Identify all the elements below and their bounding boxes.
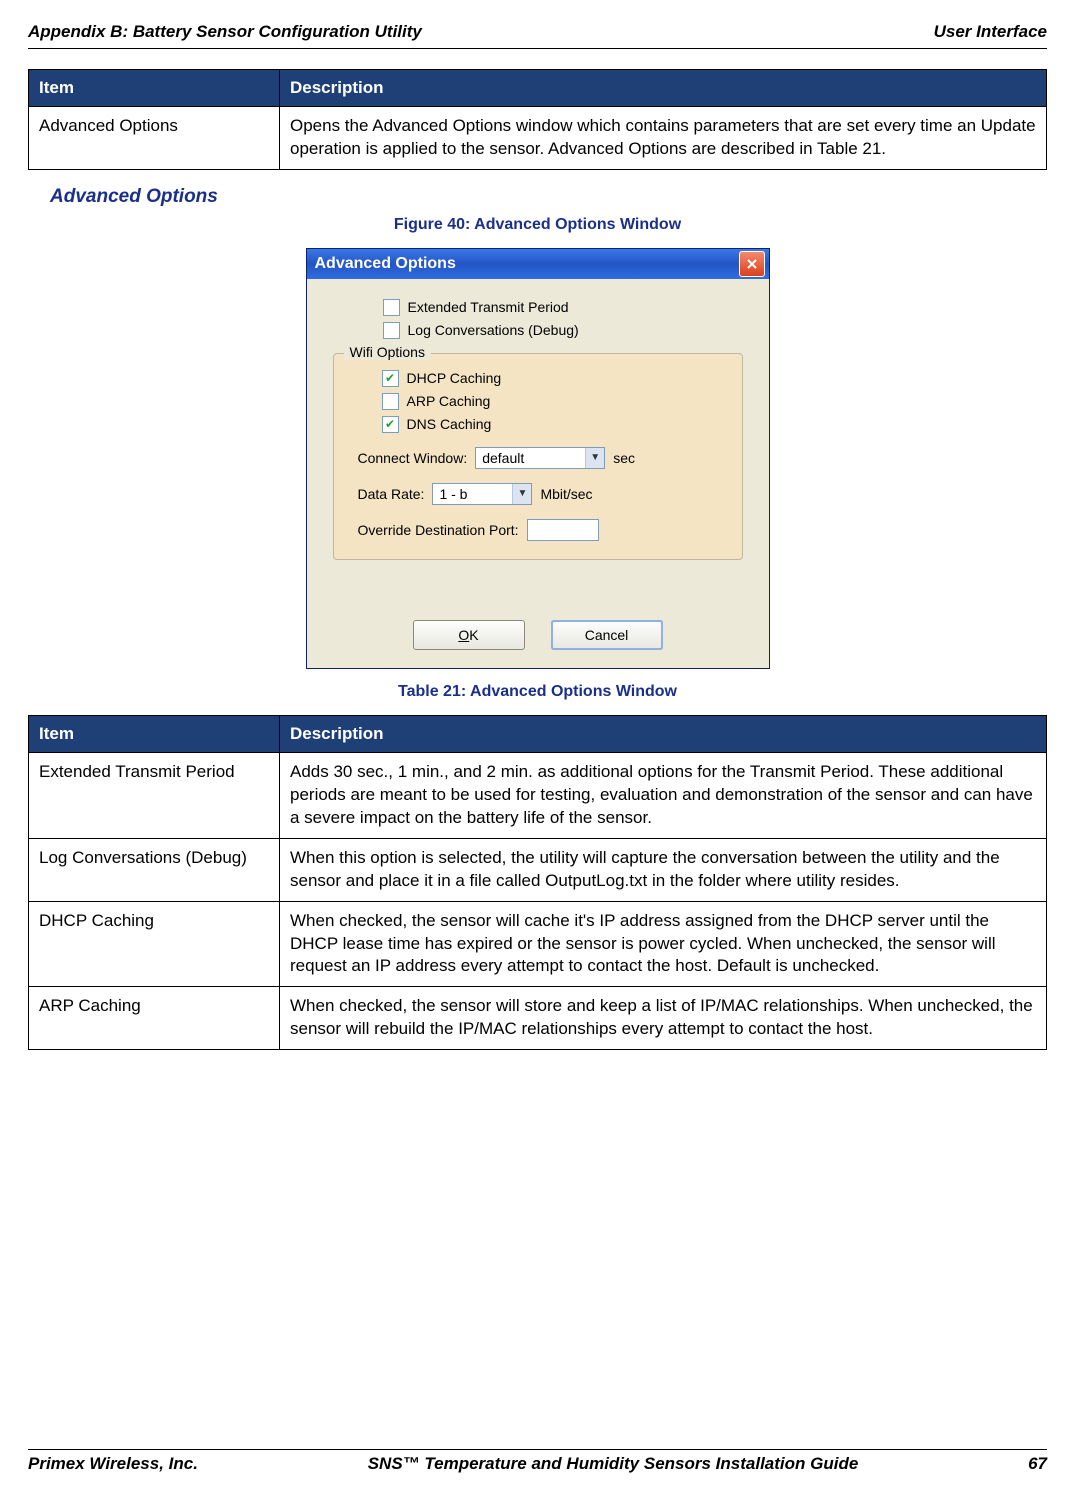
checkbox-label: Extended Transmit Period [408, 299, 569, 315]
cell-item: ARP Caching [29, 987, 280, 1050]
data-rate-row: Data Rate: 1 - b ▼ Mbit/sec [354, 483, 722, 505]
page-header: Appendix B: Battery Sensor Configuration… [28, 22, 1047, 42]
page: Appendix B: Battery Sensor Configuration… [0, 0, 1075, 1496]
data-rate-label: Data Rate: [358, 486, 425, 502]
checkbox-label: DHCP Caching [407, 370, 502, 386]
override-port-label: Override Destination Port: [358, 522, 519, 538]
table-row: DHCP Caching When checked, the sensor wi… [29, 901, 1047, 987]
checkbox-icon[interactable]: ✔ [382, 370, 399, 387]
cell-desc: Adds 30 sec., 1 min., and 2 min. as addi… [280, 752, 1047, 838]
connect-window-combo[interactable]: default ▼ [475, 447, 605, 469]
checkbox-icon[interactable] [382, 393, 399, 410]
footer-center: SNS™ Temperature and Humidity Sensors In… [368, 1454, 859, 1474]
checkbox-log-conversations[interactable]: Log Conversations (Debug) [333, 322, 743, 339]
header-left: Appendix B: Battery Sensor Configuration… [28, 22, 422, 42]
cell-item: DHCP Caching [29, 901, 280, 987]
header-right: User Interface [934, 22, 1047, 42]
checkbox-label: Log Conversations (Debug) [408, 322, 579, 338]
footer-right: 67 [1028, 1454, 1047, 1474]
table-row: Advanced Options Opens the Advanced Opti… [29, 107, 1047, 170]
connect-window-label: Connect Window: [358, 450, 468, 466]
cell-desc: When this option is selected, the utilit… [280, 838, 1047, 901]
checkbox-dhcp-caching[interactable]: ✔ DHCP Caching [354, 370, 722, 387]
group-legend: Wifi Options [344, 344, 431, 360]
checkbox-dns-caching[interactable]: ✔ DNS Caching [354, 416, 722, 433]
cancel-label: Cancel [585, 627, 629, 643]
connect-window-unit: sec [613, 450, 635, 466]
cell-item: Extended Transmit Period [29, 752, 280, 838]
ok-button[interactable]: OK [413, 620, 525, 650]
page-footer: Primex Wireless, Inc. SNS™ Temperature a… [28, 1449, 1047, 1474]
checkbox-icon[interactable]: ✔ [382, 416, 399, 433]
table-advanced-options-link: Item Description Advanced Options Opens … [28, 69, 1047, 170]
footer-left: Primex Wireless, Inc. [28, 1454, 198, 1474]
cell-desc: When checked, the sensor will store and … [280, 987, 1047, 1050]
cell-item: Log Conversations (Debug) [29, 838, 280, 901]
chevron-down-icon[interactable]: ▼ [512, 484, 531, 504]
header-rule [28, 48, 1047, 49]
checkbox-extended-transmit[interactable]: Extended Transmit Period [333, 299, 743, 316]
dialog-button-row: OK Cancel [333, 620, 743, 650]
advanced-options-window: Advanced Options Extended Transmit Perio… [306, 248, 770, 669]
chevron-down-icon[interactable]: ▼ [585, 448, 604, 468]
table-header-item: Item [29, 70, 280, 107]
data-rate-value: 1 - b [439, 486, 506, 502]
connect-window-row: Connect Window: default ▼ sec [354, 447, 722, 469]
window-titlebar[interactable]: Advanced Options [307, 249, 769, 279]
data-rate-combo[interactable]: 1 - b ▼ [432, 483, 532, 505]
data-rate-unit: Mbit/sec [540, 486, 592, 502]
table-caption: Table 21: Advanced Options Window [28, 683, 1047, 701]
footer-rule [28, 1449, 1047, 1450]
checkbox-label: DNS Caching [407, 416, 492, 432]
connect-window-value: default [482, 450, 579, 466]
cell-item: Advanced Options [29, 107, 280, 170]
close-icon[interactable] [739, 251, 765, 277]
override-port-row: Override Destination Port: [354, 519, 722, 541]
section-heading-advanced-options: Advanced Options [50, 186, 1047, 208]
table-row: Extended Transmit Period Adds 30 sec., 1… [29, 752, 1047, 838]
table-row: Log Conversations (Debug) When this opti… [29, 838, 1047, 901]
checkbox-label: ARP Caching [407, 393, 491, 409]
window-title: Advanced Options [315, 255, 456, 273]
table-row: ARP Caching When checked, the sensor wil… [29, 987, 1047, 1050]
override-port-input[interactable] [527, 519, 599, 541]
wifi-options-group: Wifi Options ✔ DHCP Caching ARP Caching … [333, 353, 743, 560]
window-body: Extended Transmit Period Log Conversatio… [307, 279, 769, 668]
table-header-description: Description [280, 70, 1047, 107]
checkbox-arp-caching[interactable]: ARP Caching [354, 393, 722, 410]
table-header-item: Item [29, 715, 280, 752]
checkbox-icon[interactable] [383, 322, 400, 339]
cancel-button[interactable]: Cancel [551, 620, 663, 650]
cell-desc: When checked, the sensor will cache it's… [280, 901, 1047, 987]
cell-desc: Opens the Advanced Options window which … [280, 107, 1047, 170]
table-header-description: Description [280, 715, 1047, 752]
table-21: Item Description Extended Transmit Perio… [28, 715, 1047, 1050]
figure-caption: Figure 40: Advanced Options Window [28, 216, 1047, 234]
checkbox-icon[interactable] [383, 299, 400, 316]
ok-label-rest: K [469, 627, 478, 643]
